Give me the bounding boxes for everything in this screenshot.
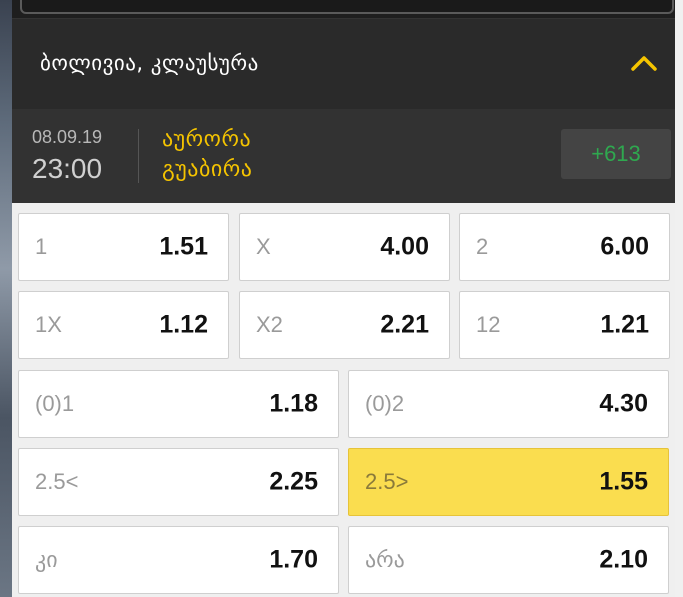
odd-value: 2.25 [269, 467, 318, 496]
odd-cell-over-selected[interactable]: 2.5> 1.55 [348, 448, 669, 516]
match-time: 23:00 [32, 153, 103, 184]
odd-cell-2[interactable]: 2 6.00 [459, 213, 670, 281]
odd-label: 12 [476, 312, 501, 337]
odd-cell-no[interactable]: არა 2.10 [348, 526, 669, 594]
odd-value: 1.21 [600, 310, 649, 339]
odd-label: X2 [256, 312, 283, 337]
odd-cell-12[interactable]: 12 1.21 [459, 291, 670, 359]
odd-label: (0)2 [365, 391, 405, 416]
odd-value: 2.10 [599, 545, 648, 574]
odds-grid: 1 1.51 X 4.00 2 6.00 1X 1.12 X2 2.21 12 … [12, 203, 683, 597]
league-title: ბოლივია, კლაუსურა [40, 51, 259, 75]
odd-label: 1X [35, 312, 62, 337]
odd-label: (0)1 [35, 391, 75, 416]
odd-label: 2.5< [35, 469, 79, 494]
betting-panel: ბოლივია, კლაუსურა 08.09.19 23:00 აურორა … [12, 0, 683, 597]
odd-value: 4.00 [380, 232, 429, 261]
background-image-edge [0, 0, 12, 597]
chevron-up-icon[interactable] [629, 49, 659, 79]
match-date: 08.09.19 [32, 127, 103, 147]
more-markets-button[interactable]: +613 [561, 129, 671, 179]
odd-cell-1[interactable]: 1 1.51 [18, 213, 229, 281]
league-header[interactable]: ბოლივია, კლაუსურა [12, 18, 683, 110]
away-team: გუაბირა [162, 157, 253, 182]
odd-label: კი [35, 547, 58, 572]
odd-value: 1.70 [269, 545, 318, 574]
odd-cell-yes[interactable]: კი 1.70 [18, 526, 339, 594]
odd-cell-handicap-2[interactable]: (0)2 4.30 [348, 370, 669, 438]
odd-label: არა [365, 547, 405, 572]
odd-cell-under[interactable]: 2.5< 2.25 [18, 448, 339, 516]
match-row[interactable]: 08.09.19 23:00 აურორა გუაბირა +613 [12, 109, 683, 203]
odd-label: 2 [476, 234, 489, 259]
odd-cell-x2[interactable]: X2 2.21 [239, 291, 450, 359]
odd-value: 6.00 [600, 232, 649, 261]
search-field[interactable] [20, 0, 674, 14]
odd-label: 1 [35, 234, 48, 259]
home-team: აურორა [162, 127, 252, 152]
odd-label: 2.5> [365, 469, 409, 494]
odd-label: X [256, 234, 271, 259]
odd-value: 2.21 [380, 310, 429, 339]
odd-cell-1x[interactable]: 1X 1.12 [18, 291, 229, 359]
odd-value: 1.18 [269, 389, 318, 418]
odd-value: 1.55 [599, 467, 648, 496]
odd-value: 4.30 [599, 389, 648, 418]
odd-cell-handicap-1[interactable]: (0)1 1.18 [18, 370, 339, 438]
odd-value: 1.12 [159, 310, 208, 339]
scrollbar-track [675, 0, 683, 597]
divider [138, 129, 139, 183]
odd-cell-x[interactable]: X 4.00 [239, 213, 450, 281]
odd-value: 1.51 [159, 232, 208, 261]
